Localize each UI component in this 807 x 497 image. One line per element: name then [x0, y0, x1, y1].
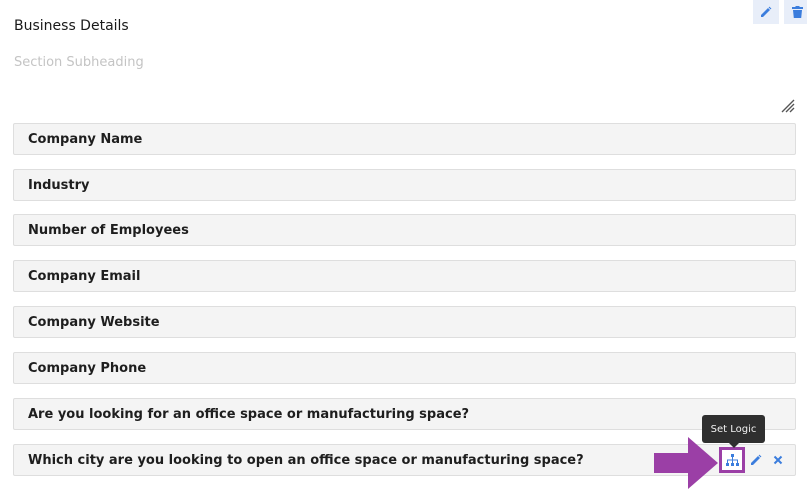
section-header: Business Details Section Subheading	[0, 0, 807, 118]
resize-handle-icon[interactable]	[780, 98, 795, 113]
field-label: Company Website	[28, 314, 160, 330]
sitemap-icon	[725, 454, 739, 466]
section-title[interactable]: Business Details	[14, 18, 129, 34]
field-label: Are you looking for an office space or m…	[28, 406, 470, 422]
form-field-row[interactable]: Number of Employees	[13, 214, 796, 246]
edit-field-button[interactable]	[745, 449, 767, 471]
field-label: Company Name	[28, 131, 143, 147]
pencil-icon	[751, 454, 762, 465]
arrow-right-icon	[654, 437, 718, 489]
trash-icon	[791, 6, 803, 18]
form-field-row[interactable]: Company Website	[13, 306, 796, 338]
form-field-row[interactable]: Industry	[13, 169, 796, 201]
form-field-row[interactable]: Company Phone	[13, 352, 796, 384]
form-field-row[interactable]: Company Name	[13, 123, 796, 155]
form-builder: Business Details Section Subheading Comp…	[0, 0, 807, 497]
pencil-icon	[761, 6, 772, 17]
close-icon	[773, 455, 783, 465]
edit-section-button[interactable]	[753, 0, 779, 24]
field-label: Which city are you looking to open an of…	[28, 452, 584, 468]
field-label: Number of Employees	[28, 222, 189, 238]
form-field-row[interactable]: Are you looking for an office space or m…	[13, 398, 796, 430]
delete-section-button[interactable]	[784, 0, 807, 24]
section-subheading[interactable]: Section Subheading	[14, 55, 144, 70]
field-label: Company Phone	[28, 360, 147, 376]
field-label: Industry	[28, 177, 90, 193]
remove-field-button[interactable]	[767, 449, 789, 471]
form-field-row[interactable]: Company Email	[13, 260, 796, 292]
set-logic-button[interactable]	[719, 447, 745, 473]
row-actions	[719, 445, 789, 475]
field-label: Company Email	[28, 268, 141, 284]
